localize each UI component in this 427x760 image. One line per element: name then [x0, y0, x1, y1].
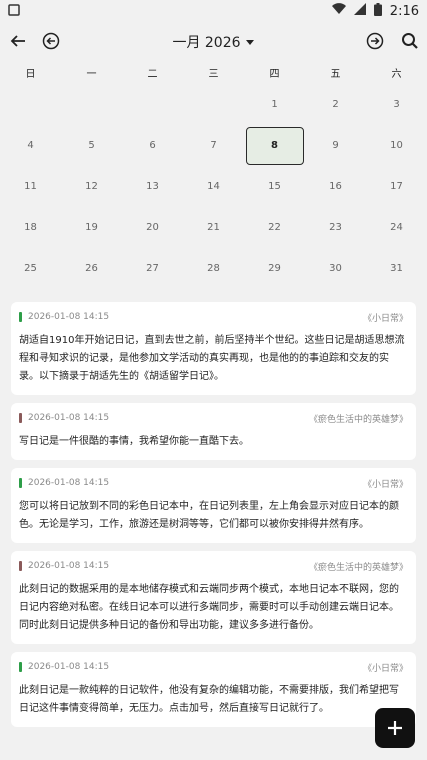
entry-text: 此刻日记的数据采用的是本地储存模式和云端同步两个模式，本地日记本不联网，您的日记…: [19, 584, 399, 631]
calendar-day[interactable]: 19: [61, 207, 122, 248]
entry-text: 您可以将日记放到不同的彩色日记本中，在日记列表里，左上角会显示对应日记本的颜色。…: [19, 501, 399, 530]
entry-date: 2026-01-08 14:15: [28, 478, 110, 488]
calendar-day[interactable]: 15: [244, 166, 305, 207]
calendar-day[interactable]: 14: [183, 166, 244, 207]
calendar-day[interactable]: 13: [122, 166, 183, 207]
entry-notebook: 《瘀色生活中的英雄梦》: [308, 414, 408, 425]
diary-entry-list: 2026-01-08 14:15 《小日常》 胡适自1910年开始记日记，直到去世之…: [11, 302, 416, 735]
status-bar: 2:16: [0, 0, 427, 22]
weekday-label: 五: [330, 68, 341, 80]
notebook-color-bar: [19, 413, 22, 423]
diary-entry-card[interactable]: 2026-01-08 14:15 《小日常》您可以将日记放到不同的彩色日记本中，在…: [11, 468, 416, 543]
calendar-day[interactable]: 22: [244, 207, 305, 248]
circle-arrow-right-icon: [366, 32, 384, 50]
entry-header: 2026-01-08 14:15 《瘀色生活中的英雄梦》: [19, 559, 408, 573]
weekday-header: 日 一 二 三 四 五 六: [0, 60, 427, 84]
entry-date: 2026-01-08 14:15: [28, 312, 110, 322]
entry-text: 此刻日记是一款纯粹的日记软件，他没有复杂的编辑功能，不需要排版，我们希望把写日记…: [19, 685, 399, 714]
calendar-day[interactable]: 18: [0, 207, 61, 248]
search-icon: [402, 33, 418, 49]
entry-meta: 2026-01-08 14:15: [19, 561, 109, 571]
entry-notebook: 《瘀色生活中的英雄梦》: [308, 562, 408, 573]
weekday-label: 三: [208, 68, 219, 80]
add-entry-button[interactable]: [375, 708, 415, 748]
entry-header: 2026-01-08 14:15 《小日常》: [19, 310, 408, 324]
entry-text: 胡适自1910年开始记日记，直到去世之前，前后坚持半个世纪。这些日记是胡适思想流…: [19, 335, 405, 382]
calendar-day[interactable]: 31: [366, 248, 427, 289]
calendar-day[interactable]: 5: [61, 125, 122, 166]
entry-notebook: 《小日常》: [362, 313, 408, 324]
next-month-button[interactable]: [361, 27, 389, 55]
status-time: 2:16: [389, 3, 419, 19]
calendar-day-selected[interactable]: 8: [244, 125, 305, 166]
calendar-day[interactable]: 7: [183, 125, 244, 166]
top-bar: 一月 2026: [0, 22, 427, 60]
calendar-day[interactable]: 29: [244, 248, 305, 289]
entry-meta: 2026-01-08 14:15: [19, 312, 109, 322]
diary-entry-card[interactable]: 2026-01-08 14:15 《小日常》此刻日记是一款纯粹的日记软件，他没有复…: [11, 652, 416, 727]
calendar-day[interactable]: 6: [122, 125, 183, 166]
calendar-day[interactable]: 17: [366, 166, 427, 207]
calendar-day[interactable]: 30: [305, 248, 366, 289]
calendar-day[interactable]: 21: [183, 207, 244, 248]
weekday-label: 四: [269, 68, 280, 80]
weekday-label: 一: [86, 68, 97, 80]
calendar-day[interactable]: 10: [366, 125, 427, 166]
plus-icon: [388, 721, 402, 735]
weekday-label: 日: [25, 68, 36, 80]
status-square-icon: [8, 4, 20, 20]
entry-date: 2026-01-08 14:15: [28, 561, 110, 571]
weekday-label: 二: [147, 68, 158, 80]
calendar-day[interactable]: 20: [122, 207, 183, 248]
search-button[interactable]: [396, 27, 424, 55]
notebook-color-bar: [19, 312, 22, 322]
calendar-day[interactable]: 12: [61, 166, 122, 207]
calendar-day[interactable]: 23: [305, 207, 366, 248]
entry-header: 2026-01-08 14:15 《小日常》: [19, 476, 408, 490]
calendar-day[interactable]: 27: [122, 248, 183, 289]
entry-date: 2026-01-08 14:15: [28, 662, 110, 672]
entry-notebook: 《小日常》: [362, 479, 408, 490]
entry-text: 写日记是一件很酷的事情，我希望你能一直酷下去。: [19, 436, 249, 447]
calendar-day[interactable]: 24: [366, 207, 427, 248]
calendar-day-label: 8: [245, 126, 304, 165]
calendar-day[interactable]: 26: [61, 248, 122, 289]
diary-entry-card[interactable]: 2026-01-08 14:15 《瘀色生活中的英雄梦》此刻日记的数据采用的是本地…: [11, 551, 416, 644]
calendar-day[interactable]: 28: [183, 248, 244, 289]
battery-icon: [373, 2, 382, 20]
calendar-day[interactable]: 2: [305, 84, 366, 125]
entry-meta: 2026-01-08 14:15: [19, 478, 109, 488]
entry-header: 2026-01-08 14:15 《瘀色生活中的英雄梦》: [19, 411, 408, 425]
notebook-color-bar: [19, 662, 22, 672]
weekday-label: 六: [391, 68, 402, 80]
entry-notebook: 《小日常》: [362, 663, 408, 674]
calendar-empty-cell: [183, 84, 244, 125]
entry-date: 2026-01-08 14:15: [28, 413, 110, 423]
calendar-day[interactable]: 9: [305, 125, 366, 166]
notebook-color-bar: [19, 561, 22, 571]
calendar-day[interactable]: 25: [0, 248, 61, 289]
notebook-color-bar: [19, 478, 22, 488]
calendar-day[interactable]: 4: [0, 125, 61, 166]
calendar-empty-cell: [122, 84, 183, 125]
diary-entry-card[interactable]: 2026-01-08 14:15 《小日常》胡适自1910年开始记日记，直到去世之…: [11, 302, 416, 395]
caret-down-icon: [245, 40, 254, 45]
entry-meta: 2026-01-08 14:15: [19, 413, 109, 423]
calendar-grid: 1 2 3 4 5 6 7 8 9 10 11 12 13 14 15 16 17 18 19 20 21 22 23 24 2…: [0, 84, 427, 289]
signal-icon: [353, 3, 366, 19]
calendar-day[interactable]: 16: [305, 166, 366, 207]
calendar-empty-cell: [61, 84, 122, 125]
diary-entry-card[interactable]: 2026-01-08 14:15 《瘀色生活中的英雄梦》写日记是一件很酷的事情，我…: [11, 403, 416, 460]
calendar-day[interactable]: 3: [366, 84, 427, 125]
entry-header: 2026-01-08 14:15 《小日常》: [19, 660, 408, 674]
calendar-day[interactable]: 11: [0, 166, 61, 207]
month-title: 一月 2026: [172, 35, 241, 51]
calendar-day[interactable]: 1: [244, 84, 305, 125]
entry-meta: 2026-01-08 14:15: [19, 662, 109, 672]
calendar-empty-cell: [0, 84, 61, 125]
wifi-icon: [331, 3, 346, 19]
